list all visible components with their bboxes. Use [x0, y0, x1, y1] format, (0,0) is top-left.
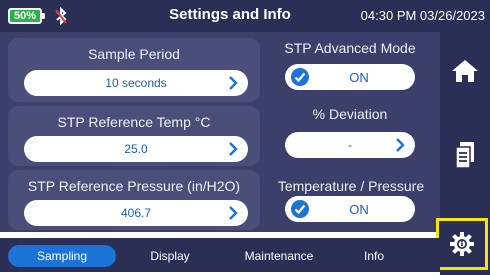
datetime: 04:30 PM 03/26/2023	[360, 8, 485, 23]
temp-pressure-label: Temperature / Pressure	[277, 178, 425, 194]
temp-pressure-toggle[interactable]: ON	[285, 196, 415, 222]
battery-percent: 50%	[13, 10, 37, 22]
battery-indicator: 50%	[8, 8, 42, 24]
screen: 50% Settings and Info 04:30 PM 03/26/202…	[0, 0, 490, 275]
tab-display[interactable]: Display	[124, 245, 216, 267]
gear-icon	[450, 232, 474, 256]
chevron-right-icon	[229, 76, 238, 90]
tab-info[interactable]: Info	[342, 245, 406, 267]
sample-period-card: Sample Period 10 seconds	[8, 38, 260, 102]
stp-ref-temp-card: STP Reference Temp °C 25.0	[8, 106, 260, 166]
stp-ref-temp-value: 25.0	[124, 142, 148, 156]
sample-period-field[interactable]: 10 seconds	[24, 70, 248, 96]
temp-pressure-value: ON	[349, 202, 369, 217]
stp-ref-pressure-label: STP Reference Pressure (in/H2O)	[27, 178, 241, 194]
deviation-label: % Deviation	[312, 106, 388, 122]
stp-advanced-mode-value: ON	[349, 70, 369, 85]
chevron-right-icon	[229, 142, 238, 156]
home-icon[interactable]	[450, 58, 480, 84]
settings-nav-button[interactable]	[436, 218, 488, 270]
battery-tip	[42, 13, 45, 19]
tab-bar: Sampling Display Maintenance Info	[0, 238, 440, 272]
stp-ref-pressure-card: STP Reference Pressure (in/H2O) 406.7	[8, 170, 260, 230]
chevron-right-icon	[396, 138, 405, 152]
check-icon	[291, 68, 309, 86]
status-bar: 50% Settings and Info 04:30 PM 03/26/202…	[0, 0, 490, 32]
chevron-right-icon	[229, 206, 238, 220]
sample-period-value: 10 seconds	[105, 76, 167, 90]
deviation-field[interactable]: -	[285, 132, 415, 158]
stp-ref-pressure-value: 406.7	[120, 206, 152, 220]
stp-ref-temp-field[interactable]: 25.0	[24, 136, 248, 162]
document-icon[interactable]	[454, 140, 476, 170]
stp-advanced-mode-toggle[interactable]: ON	[285, 64, 415, 90]
tab-maintenance[interactable]: Maintenance	[224, 245, 334, 267]
sample-period-label: Sample Period	[88, 46, 180, 62]
bluetooth-off-icon	[55, 7, 67, 25]
stp-advanced-mode-label: STP Advanced Mode	[284, 40, 416, 56]
tab-sampling[interactable]: Sampling	[8, 245, 116, 267]
stp-ref-pressure-field[interactable]: 406.7	[24, 200, 248, 226]
check-icon	[291, 200, 309, 218]
settings-panel: Sample Period 10 seconds STP Reference T…	[0, 32, 440, 232]
page-title: Settings and Info	[169, 6, 291, 23]
stp-ref-temp-label: STP Reference Temp °C	[57, 114, 211, 130]
